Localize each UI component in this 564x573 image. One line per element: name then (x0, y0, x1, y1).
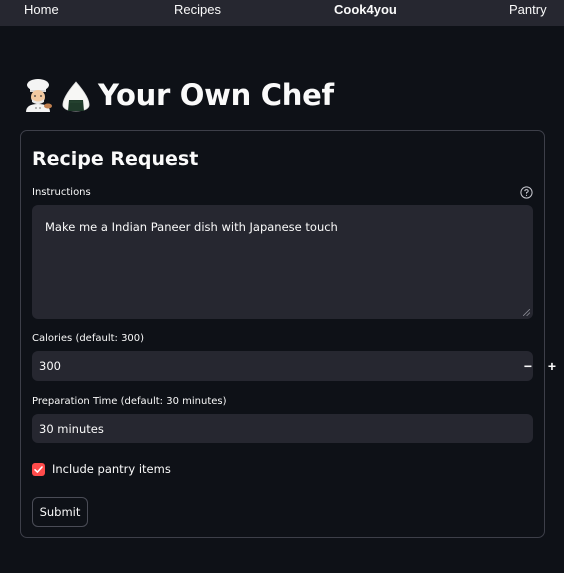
prep-time-value: 30 minutes (39, 422, 104, 436)
resize-handle-icon[interactable] (523, 309, 530, 316)
page-title-row: Your Own Chef (22, 78, 334, 112)
chef-emoji-icon (26, 79, 52, 112)
top-navigation: Home Recipes Cook4you Pantry (0, 0, 564, 26)
prep-time-label: Preparation Time (default: 30 minutes) (32, 396, 227, 407)
instructions-textarea[interactable]: Make me a Indian Paneer dish with Japane… (32, 205, 533, 319)
rice-ball-emoji-icon (62, 81, 90, 112)
instructions-label: Instructions (32, 187, 91, 198)
nav-item-pantry[interactable]: Pantry (509, 2, 547, 17)
calories-label: Calories (default: 300) (32, 333, 145, 344)
calories-increment-button[interactable]: + (540, 351, 564, 381)
submit-button[interactable]: Submit (32, 497, 88, 527)
include-pantry-checkbox[interactable] (32, 463, 45, 476)
calories-decrement-button[interactable]: − (516, 351, 540, 381)
nav-item-home[interactable]: Home (24, 2, 59, 17)
checkmark-icon (34, 466, 43, 473)
prep-time-input[interactable]: 30 minutes (32, 414, 533, 443)
calories-value: 300 (39, 359, 61, 373)
form-heading: Recipe Request (32, 148, 199, 170)
instructions-value: Make me a Indian Paneer dish with Japane… (45, 220, 338, 234)
calories-number-input[interactable]: 300 − + (32, 351, 556, 381)
page-title: Your Own Chef (98, 78, 334, 112)
nav-item-cook4you[interactable]: Cook4you (334, 2, 397, 17)
question-circle-icon[interactable] (520, 186, 533, 199)
include-pantry-label[interactable]: Include pantry items (52, 462, 171, 476)
nav-item-recipes[interactable]: Recipes (174, 2, 221, 17)
